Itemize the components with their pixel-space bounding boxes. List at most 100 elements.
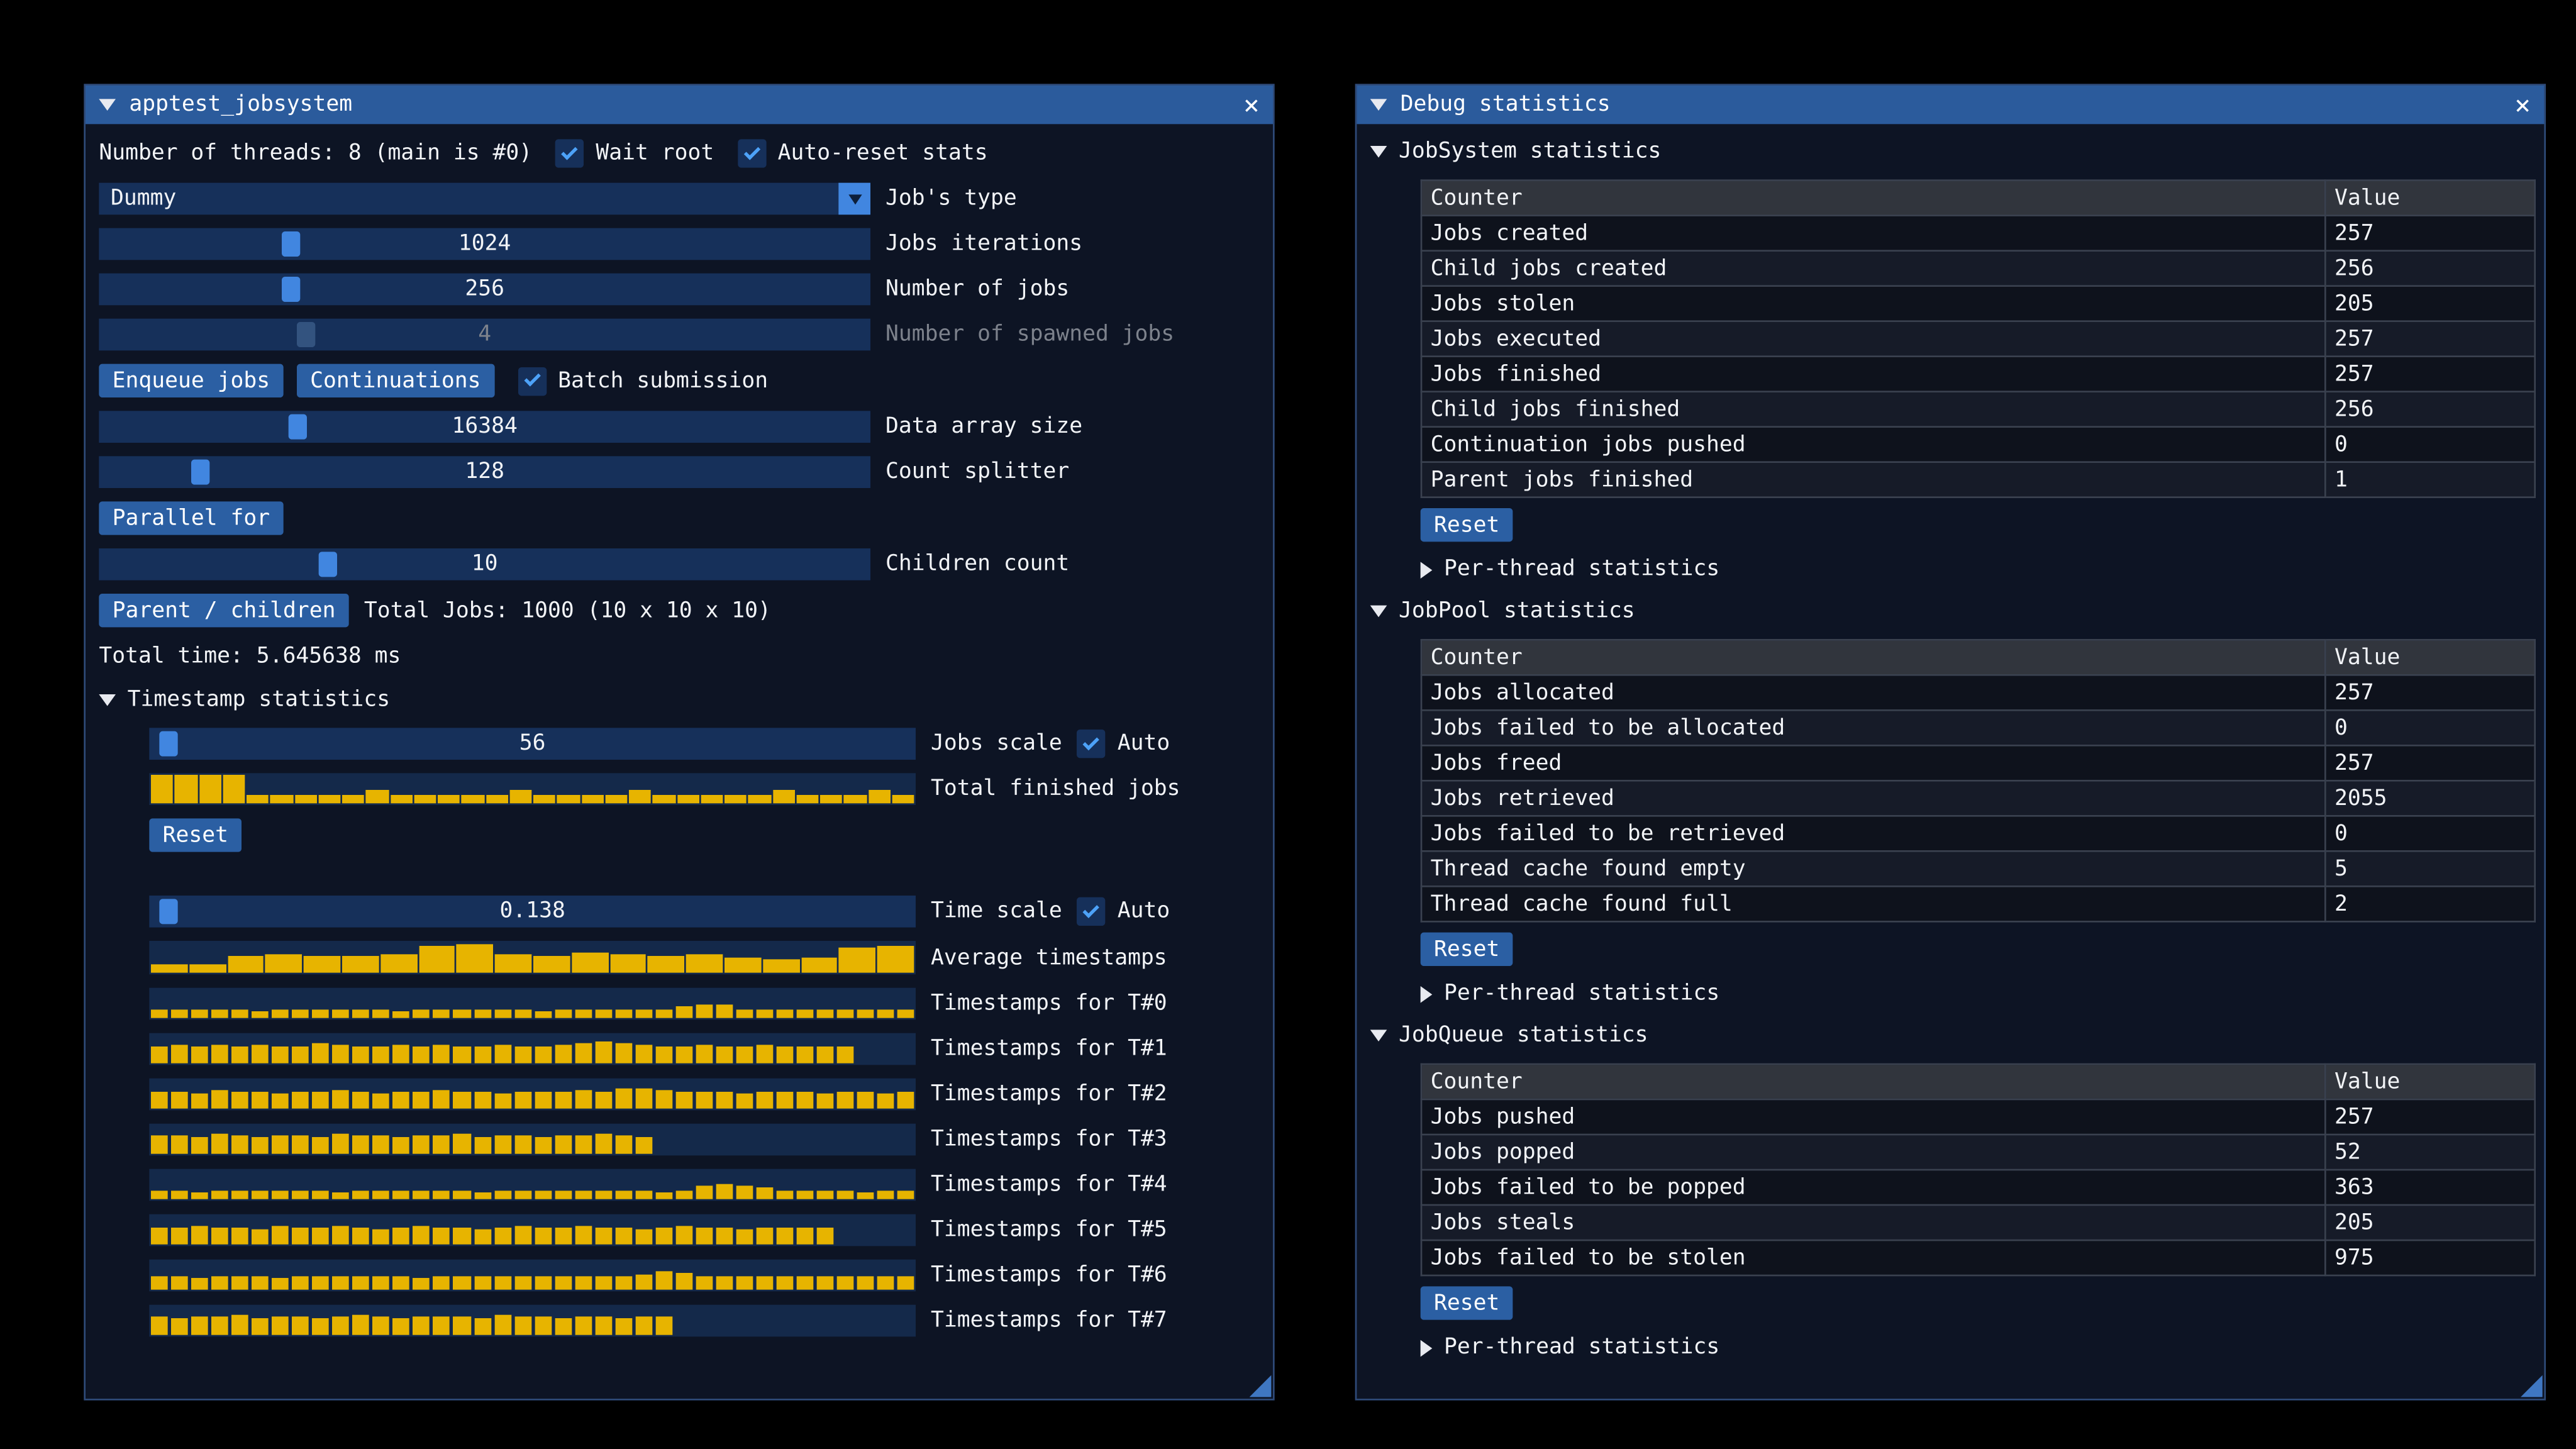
table-cell: Jobs failed to be allocated <box>1421 710 2325 745</box>
slider-value: 0.138 <box>149 896 916 928</box>
histogram-bar <box>575 1318 592 1335</box>
jobqueue-statistics-tree[interactable]: JobQueue statistics <box>1370 1021 2531 1050</box>
close-icon[interactable]: × <box>1243 91 1260 118</box>
histogram-bar <box>474 1229 491 1245</box>
histogram-bar <box>366 791 388 803</box>
histogram-bar <box>595 1228 612 1245</box>
resize-grip[interactable] <box>2521 1375 2543 1397</box>
reset-button[interactable]: Reset <box>1421 933 1513 966</box>
slider-label: Children count <box>886 552 1069 577</box>
continuations-button[interactable]: Continuations <box>297 364 494 397</box>
histogram-bar <box>877 946 914 973</box>
histogram-bar <box>675 1191 692 1199</box>
per-thread-statistics-tree[interactable]: Per-thread statistics <box>1421 979 2531 1008</box>
histogram-bar <box>797 1228 814 1244</box>
table-cell: Parent jobs finished <box>1421 462 2325 497</box>
jobs-scale-slider[interactable]: 56 <box>149 728 916 760</box>
data-array-size-slider[interactable]: 16384 <box>99 411 870 443</box>
histogram-bar <box>413 1227 430 1245</box>
reset-button[interactable]: Reset <box>1421 1286 1513 1319</box>
table-cell: Jobs stolen <box>1421 286 2325 321</box>
count-splitter-slider[interactable]: 128 <box>99 456 870 488</box>
histogram-bar <box>696 1228 713 1244</box>
histogram-bar <box>413 1318 430 1335</box>
histogram-label: Timestamps for T#2 <box>931 1082 1167 1107</box>
combo-arrow-button[interactable] <box>838 183 870 215</box>
collapse-arrow-icon[interactable] <box>1370 99 1387 111</box>
number-of-jobs-slider[interactable]: 256 <box>99 274 870 306</box>
histogram-bar <box>151 1046 168 1063</box>
histogram-bar <box>892 794 914 804</box>
slider-value: 56 <box>149 728 916 760</box>
collapse-arrow-icon[interactable] <box>99 99 116 111</box>
histogram-bar <box>581 795 603 804</box>
timestamp-statistics-tree[interactable]: Timestamp statistics <box>99 686 1259 714</box>
jobpool-statistics-tree[interactable]: JobPool statistics <box>1370 597 2531 625</box>
histogram-bar <box>797 1092 814 1108</box>
job-type-combo[interactable]: Dummy <box>99 183 870 215</box>
jobqueue-statistics-table: CounterValue Jobs pushed257Jobs popped52… <box>1421 1063 2536 1277</box>
histogram-bar <box>615 1191 632 1199</box>
wait-root-checkbox[interactable]: Wait root <box>555 139 714 167</box>
resize-grip[interactable] <box>1250 1375 1272 1397</box>
histogram-bar <box>171 1318 188 1335</box>
combo-value: Dummy <box>111 186 176 211</box>
jobs-iterations-slider[interactable]: 1024 <box>99 228 870 260</box>
histogram-bar <box>839 947 875 973</box>
histogram-label: Total finished jobs <box>931 777 1180 802</box>
histogram-bar <box>615 1136 632 1154</box>
histogram-bar <box>857 1277 874 1289</box>
jobs-scale-auto-checkbox[interactable]: Auto <box>1077 730 1170 758</box>
histogram-bar <box>635 1046 652 1063</box>
histogram-bar <box>555 1191 572 1199</box>
histogram-bar <box>757 1010 774 1018</box>
debug-statistics-titlebar[interactable]: Debug statistics × <box>1357 86 2544 124</box>
histogram-bar <box>494 1191 511 1199</box>
histogram-bar <box>231 1316 248 1335</box>
slider-value: 4 <box>99 319 870 351</box>
histogram-label: Timestamps for T#3 <box>931 1127 1167 1152</box>
histogram-bar <box>211 1228 228 1244</box>
histogram-bar <box>777 1277 794 1289</box>
table-row: Jobs failed to be allocated0 <box>1421 710 2535 745</box>
time-scale-auto-checkbox[interactable]: Auto <box>1077 897 1170 926</box>
children-count-slider[interactable]: 10 <box>99 548 870 580</box>
histogram-bar <box>572 953 608 973</box>
parallel-for-button[interactable]: Parallel for <box>99 501 283 535</box>
jobsystem-titlebar[interactable]: apptest_jobsystem × <box>86 86 1273 124</box>
histogram-bar <box>304 955 340 973</box>
histogram-bar <box>514 1318 531 1335</box>
histogram-bar <box>272 1191 289 1199</box>
checkbox-box <box>738 139 766 167</box>
histogram-bar <box>820 796 842 804</box>
checkbox-label: Auto <box>1118 731 1170 757</box>
histogram-bar <box>211 1045 228 1063</box>
close-icon[interactable]: × <box>2514 91 2531 118</box>
table-row: Jobs steals205 <box>1421 1205 2535 1240</box>
histogram-bar <box>514 1092 531 1108</box>
reset-button[interactable]: Reset <box>1421 508 1513 541</box>
table-row: Thread cache found full2 <box>1421 886 2535 921</box>
histogram-bar <box>373 1136 390 1154</box>
time-scale-slider[interactable]: 0.138 <box>149 896 916 928</box>
histogram-bar <box>837 1046 854 1063</box>
table-cell: Jobs finished <box>1421 357 2325 392</box>
jobsystem-statistics-tree[interactable]: JobSystem statistics <box>1370 138 2531 166</box>
batch-submission-checkbox[interactable]: Batch submission <box>518 367 768 395</box>
histogram-bar <box>635 1010 652 1018</box>
slider-label: Number of spawned jobs <box>886 322 1174 347</box>
auto-reset-checkbox[interactable]: Auto-reset stats <box>738 139 988 167</box>
histogram-bar <box>817 1010 834 1018</box>
checkbox-label: Auto <box>1118 899 1170 924</box>
histogram-bar <box>575 1010 592 1018</box>
histogram-bar <box>211 1318 228 1335</box>
per-thread-statistics-tree[interactable]: Per-thread statistics <box>1421 555 2531 584</box>
reset-button[interactable]: Reset <box>149 818 242 852</box>
table-cell: 257 <box>2325 745 2534 780</box>
slider-label: Jobs iterations <box>886 231 1082 257</box>
parent-children-button[interactable]: Parent / children <box>99 594 349 627</box>
histogram-bar <box>724 958 761 973</box>
enqueue-jobs-button[interactable]: Enqueue jobs <box>99 364 283 397</box>
histogram-bar <box>595 1275 612 1290</box>
per-thread-statistics-tree[interactable]: Per-thread statistics <box>1421 1333 2531 1362</box>
